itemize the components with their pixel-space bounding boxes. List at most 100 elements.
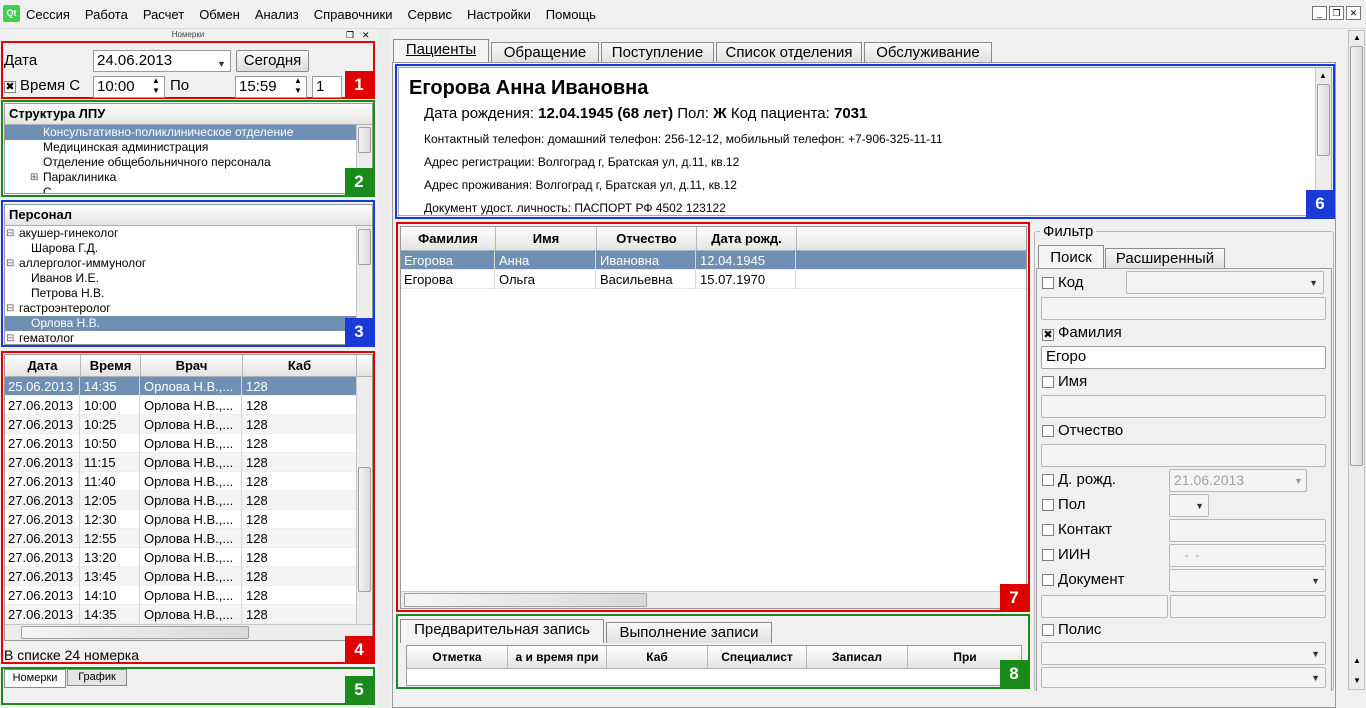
- date-input[interactable]: 24.06.2013: [93, 50, 231, 72]
- name-input[interactable]: [1041, 395, 1326, 418]
- tab-numbers[interactable]: Номерки: [4, 669, 66, 688]
- count-input[interactable]: 1: [312, 76, 342, 98]
- date-dropdown-icon[interactable]: ▼: [217, 56, 226, 70]
- personnel-specialty[interactable]: ⊟ гематолог: [5, 331, 372, 344]
- birth-checkbox[interactable]: [1042, 474, 1054, 486]
- patients-col-header[interactable]: Фамилия: [401, 227, 496, 251]
- personnel-doctor[interactable]: Петрова Н.В.: [5, 286, 372, 301]
- slot-row[interactable]: 27.06.2013 12:55 Орлова Н.В.,... 128: [5, 529, 357, 548]
- collapse-icon[interactable]: ⊟: [6, 226, 14, 241]
- structure-item[interactable]: Отделение общебольничного персонала: [5, 155, 372, 170]
- tab-record-0[interactable]: Предварительная запись: [400, 619, 604, 643]
- slot-row[interactable]: 27.06.2013 14:35 Орлова Н.В.,... 128: [5, 605, 357, 624]
- tab-main-1[interactable]: Обращение: [491, 42, 599, 63]
- records-col-header[interactable]: Записал: [807, 646, 908, 669]
- personnel-doctor[interactable]: Шарова Г.Д.: [5, 241, 372, 256]
- patients-col-header[interactable]: Дата рожд.: [697, 227, 797, 251]
- records-col-header[interactable]: Специалист: [708, 646, 807, 669]
- records-col-header[interactable]: а и время при: [508, 646, 607, 669]
- policy-checkbox[interactable]: [1042, 624, 1054, 636]
- tab-main-2[interactable]: Поступление: [601, 42, 714, 63]
- personnel-doctor[interactable]: Иванов И.Е.: [5, 271, 372, 286]
- dock-close-icon[interactable]: ✕: [362, 30, 370, 41]
- slot-row[interactable]: 27.06.2013 10:25 Орлова Н.В.,... 128: [5, 415, 357, 434]
- tab-record-1[interactable]: Выполнение записи: [606, 622, 772, 643]
- contact-input[interactable]: [1169, 519, 1326, 542]
- tab-main-3[interactable]: Список отделения: [716, 42, 862, 63]
- tab-schedule[interactable]: График: [67, 669, 127, 686]
- code-checkbox[interactable]: [1042, 277, 1054, 289]
- today-button[interactable]: Сегодня: [236, 50, 309, 72]
- time-to-spin-icon[interactable]: ▲ ▼: [294, 76, 302, 96]
- tab-main-0[interactable]: Пациенты: [393, 39, 489, 63]
- slot-row[interactable]: 27.06.2013 13:45 Орлова Н.В.,... 128: [5, 567, 357, 586]
- records-col-header[interactable]: Каб: [607, 646, 708, 669]
- code-type-select[interactable]: ▼: [1126, 271, 1324, 294]
- filter-tab-search[interactable]: Поиск: [1038, 245, 1104, 269]
- slot-row[interactable]: 27.06.2013 12:30 Орлова Н.В.,... 128: [5, 510, 357, 529]
- filter-tab-advanced[interactable]: Расширенный: [1105, 248, 1225, 269]
- patients-col-header[interactable]: Отчество: [597, 227, 697, 251]
- personnel-doctor[interactable]: Орлова Н.В.: [5, 316, 356, 331]
- structure-item[interactable]: Медицинская администрация: [5, 140, 372, 155]
- slot-row[interactable]: 27.06.2013 11:15 Орлова Н.В.,... 128: [5, 453, 357, 472]
- menu-item-1[interactable]: Работа: [85, 7, 128, 22]
- document-type-select[interactable]: ▼: [1169, 569, 1326, 592]
- restore-icon[interactable]: ❐: [1329, 6, 1344, 20]
- slot-row[interactable]: 27.06.2013 10:50 Орлова Н.В.,... 128: [5, 434, 357, 453]
- dock-float-icon[interactable]: ❐: [346, 30, 354, 41]
- records-col-header[interactable]: Отметка: [407, 646, 508, 669]
- time-from-spin-icon[interactable]: ▲ ▼: [152, 76, 160, 96]
- structure-item[interactable]: Консультативно-поликлиническое отделение: [5, 125, 356, 140]
- menu-item-7[interactable]: Настройки: [467, 7, 531, 22]
- collapse-icon[interactable]: ⊟: [6, 331, 14, 344]
- slots-col-header[interactable]: Время: [81, 355, 141, 377]
- iin-input[interactable]: - -: [1169, 544, 1326, 567]
- slot-row[interactable]: 27.06.2013 14:10 Орлова Н.В.,... 128: [5, 586, 357, 605]
- contact-checkbox[interactable]: [1042, 524, 1054, 536]
- document-series-input[interactable]: [1041, 595, 1168, 618]
- policy-type-select[interactable]: ▼: [1041, 642, 1326, 665]
- patient-row[interactable]: Егорова Ольга Васильевна 15.07.1970: [401, 270, 1026, 289]
- name-checkbox[interactable]: [1042, 376, 1054, 388]
- menu-item-2[interactable]: Расчет: [143, 7, 184, 22]
- structure-item[interactable]: ⊞ Параклиника: [5, 170, 372, 185]
- birth-dropdown-icon[interactable]: ▼: [1294, 476, 1303, 486]
- splitter[interactable]: [378, 29, 390, 708]
- document-checkbox[interactable]: [1042, 574, 1054, 586]
- menu-item-5[interactable]: Справочники: [314, 7, 393, 22]
- menu-item-6[interactable]: Сервис: [407, 7, 452, 22]
- page-scrollbar[interactable]: ▲ ▲ ▼: [1348, 30, 1365, 690]
- close-icon[interactable]: ✕: [1346, 6, 1361, 20]
- collapse-icon[interactable]: ⊟: [6, 301, 14, 316]
- sex-select[interactable]: ▼: [1169, 494, 1209, 517]
- slot-row[interactable]: 27.06.2013 12:05 Орлова Н.В.,... 128: [5, 491, 357, 510]
- patients-col-header[interactable]: Имя: [496, 227, 597, 251]
- menu-item-3[interactable]: Обмен: [199, 7, 240, 22]
- document-number-input[interactable]: [1170, 595, 1326, 618]
- iin-checkbox[interactable]: [1042, 549, 1054, 561]
- sex-checkbox[interactable]: [1042, 499, 1054, 511]
- slots-col-header[interactable]: Дата: [5, 355, 81, 377]
- minimize-icon[interactable]: _: [1312, 6, 1327, 20]
- patronymic-checkbox[interactable]: [1042, 425, 1054, 437]
- patronymic-input[interactable]: [1041, 444, 1326, 467]
- birth-date-input[interactable]: 21.06.2013: [1169, 469, 1307, 492]
- expand-icon[interactable]: ⊞: [30, 170, 38, 185]
- menu-item-0[interactable]: Сессия: [26, 7, 70, 22]
- slot-row[interactable]: 27.06.2013 13:20 Орлова Н.В.,... 128: [5, 548, 357, 567]
- structure-item[interactable]: С...: [5, 185, 372, 193]
- surname-checkbox[interactable]: ✖: [1042, 329, 1054, 341]
- slot-row[interactable]: 27.06.2013 10:00 Орлова Н.В.,... 128: [5, 396, 357, 415]
- personnel-specialty[interactable]: ⊟ акушер-гинеколог: [5, 226, 372, 241]
- personnel-specialty[interactable]: ⊟ гастроэнтеролог: [5, 301, 372, 316]
- slot-row[interactable]: 27.06.2013 11:40 Орлова Н.В.,... 128: [5, 472, 357, 491]
- collapse-icon[interactable]: ⊟: [6, 256, 14, 271]
- slot-row[interactable]: 25.06.2013 14:35 Орлова Н.В.,... 128: [5, 377, 357, 396]
- menu-item-4[interactable]: Анализ: [255, 7, 299, 22]
- time-checkbox[interactable]: ✖: [4, 81, 16, 93]
- slots-col-header[interactable]: Каб: [243, 355, 357, 377]
- code-input[interactable]: [1041, 297, 1326, 320]
- slots-col-header[interactable]: Врач: [141, 355, 243, 377]
- tab-main-4[interactable]: Обслуживание: [864, 42, 992, 63]
